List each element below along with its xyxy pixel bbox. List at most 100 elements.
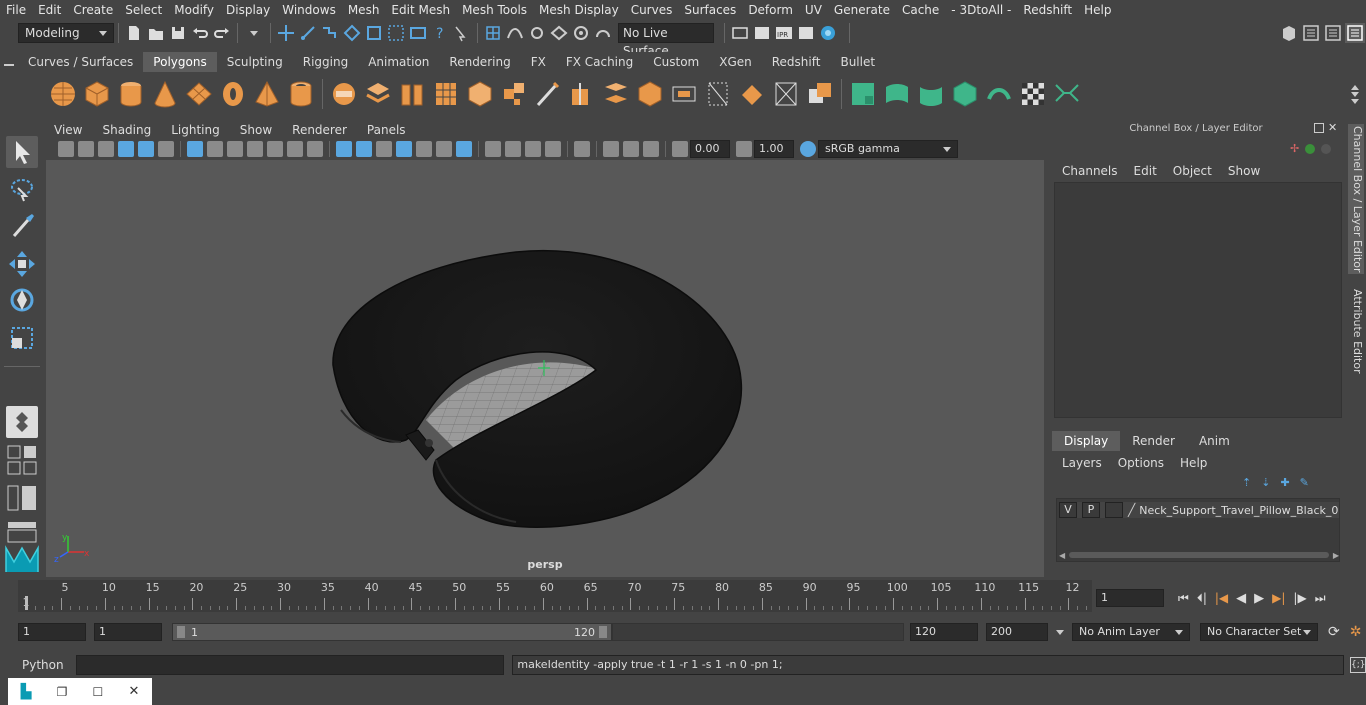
snap-live-icon[interactable] bbox=[593, 23, 613, 43]
lasso-tool-icon[interactable] bbox=[6, 174, 38, 206]
shadows-icon[interactable] bbox=[456, 141, 472, 157]
axis-toggle-icon[interactable]: ✢ bbox=[1290, 142, 1299, 155]
move-tool-icon[interactable] bbox=[6, 248, 38, 280]
layer-name[interactable]: Neck_Support_Travel_Pillow_Black_001 bbox=[1139, 504, 1339, 517]
camera-select-icon[interactable] bbox=[58, 141, 74, 157]
field-chart-icon[interactable] bbox=[267, 141, 283, 157]
insert-edge-loop-icon[interactable] bbox=[568, 79, 596, 109]
safe-action-icon[interactable] bbox=[287, 141, 303, 157]
select-tool-icon[interactable] bbox=[6, 136, 38, 168]
redo-icon[interactable] bbox=[212, 23, 232, 43]
anim-layer-dropdown[interactable]: No Anim Layer bbox=[1072, 623, 1190, 641]
move-layer-up-icon[interactable]: ⇡ bbox=[1242, 476, 1251, 489]
menu-uv[interactable]: UV bbox=[799, 0, 828, 20]
menu-generate[interactable]: Generate bbox=[828, 0, 896, 20]
shelf-tab-animation[interactable]: Animation bbox=[358, 52, 440, 72]
menu-mesh-display[interactable]: Mesh Display bbox=[533, 0, 625, 20]
layout-outliner-icon[interactable] bbox=[6, 482, 38, 514]
film-gate-icon[interactable] bbox=[207, 141, 223, 157]
playback-end-field[interactable]: 120 bbox=[910, 623, 978, 641]
menu-windows[interactable]: Windows bbox=[276, 0, 342, 20]
render-sequence-icon[interactable] bbox=[752, 23, 772, 43]
channel-menu-object[interactable]: Object bbox=[1165, 162, 1220, 180]
step-forward-key-icon[interactable]: ▶| bbox=[1272, 591, 1285, 605]
range-slider[interactable]: 1 120 bbox=[172, 623, 612, 641]
menu-deform[interactable]: Deform bbox=[742, 0, 799, 20]
menu-redshift[interactable]: Redshift bbox=[1017, 0, 1078, 20]
maximize-icon[interactable]: ☐ bbox=[93, 685, 104, 699]
append-polygon-icon[interactable] bbox=[636, 79, 664, 109]
color-management-icon[interactable] bbox=[800, 141, 816, 157]
rotate-tool-icon[interactable] bbox=[6, 284, 38, 316]
render-frame-icon[interactable] bbox=[730, 23, 750, 43]
2d-pan-zoom-icon[interactable] bbox=[138, 141, 154, 157]
command-input[interactable] bbox=[75, 655, 505, 675]
grid-icon[interactable] bbox=[187, 141, 203, 157]
depth-of-field-icon[interactable] bbox=[545, 141, 561, 157]
shelf-tab-rigging[interactable]: Rigging bbox=[292, 52, 359, 72]
bookmark-icon[interactable] bbox=[98, 141, 114, 157]
float-icon[interactable] bbox=[1314, 123, 1324, 133]
gamma-field[interactable]: 1.00 bbox=[754, 140, 794, 158]
animation-start-field[interactable]: 1 bbox=[18, 623, 86, 641]
render-settings-icon[interactable] bbox=[796, 23, 816, 43]
camera-attributes-icon[interactable] bbox=[78, 141, 94, 157]
go-to-start-icon[interactable]: ⏮ bbox=[1178, 591, 1189, 606]
layer-row[interactable]: V P ╱ Neck_Support_Travel_Pillow_Black_0… bbox=[1059, 502, 1339, 518]
shelf-menu-icon[interactable] bbox=[4, 64, 14, 66]
scroll-down-icon[interactable] bbox=[1351, 91, 1359, 97]
chevron-down-icon[interactable] bbox=[1056, 629, 1064, 635]
command-language-label[interactable]: Python bbox=[0, 658, 72, 672]
step-back-key-icon[interactable]: |◀ bbox=[1215, 591, 1228, 605]
bevel-icon[interactable] bbox=[500, 79, 528, 109]
scale-tool-icon[interactable] bbox=[6, 322, 38, 354]
menu-modify[interactable]: Modify bbox=[168, 0, 220, 20]
move-layer-down-icon[interactable]: ⇣ bbox=[1261, 476, 1270, 489]
restore-icon[interactable]: ❐ bbox=[57, 685, 68, 699]
character-set-dropdown[interactable]: No Character Set bbox=[1200, 623, 1318, 641]
xray-icon[interactable] bbox=[416, 141, 432, 157]
color-space-dropdown[interactable]: sRGB gamma bbox=[818, 140, 958, 158]
viewport-menu-shading[interactable]: Shading bbox=[92, 121, 161, 139]
collapse-icon[interactable] bbox=[772, 79, 800, 109]
menu-display[interactable]: Display bbox=[220, 0, 276, 20]
smooth-icon[interactable] bbox=[432, 79, 460, 109]
uv-unfold-icon[interactable] bbox=[985, 79, 1013, 109]
default-material-icon[interactable] bbox=[376, 141, 392, 157]
menu-mesh-tools[interactable]: Mesh Tools bbox=[456, 0, 533, 20]
snap-surface-icon[interactable] bbox=[571, 23, 591, 43]
close-icon[interactable]: ✕ bbox=[128, 684, 139, 699]
ipr-render-icon[interactable]: IPR bbox=[774, 23, 794, 43]
poly-sphere-icon[interactable] bbox=[49, 79, 77, 109]
time-slider[interactable]: 1510152025303540455055606570758085909510… bbox=[18, 580, 1092, 612]
shelf-tab-fx[interactable]: FX bbox=[520, 52, 556, 72]
smooth-shade-icon[interactable] bbox=[356, 141, 372, 157]
layer-color-icon[interactable]: ╱ bbox=[1128, 503, 1135, 517]
shelf-tab-sculpting[interactable]: Sculpting bbox=[216, 52, 293, 72]
bridge-icon[interactable] bbox=[602, 79, 630, 109]
animation-end-field[interactable]: 200 bbox=[986, 623, 1048, 641]
scroll-up-icon[interactable] bbox=[1351, 84, 1359, 90]
help-icon[interactable]: ? bbox=[430, 23, 450, 43]
play-backwards-icon[interactable]: ◀ bbox=[1236, 591, 1246, 606]
merge-icon[interactable] bbox=[738, 79, 766, 109]
go-to-end-icon[interactable]: ⏭ bbox=[1315, 591, 1326, 606]
shelf-tab-curves-surfaces[interactable]: Curves / Surfaces bbox=[18, 52, 144, 72]
channel-list[interactable] bbox=[1054, 182, 1342, 418]
safe-title-icon[interactable] bbox=[307, 141, 323, 157]
script-editor-icon[interactable]: {;} bbox=[1350, 657, 1366, 673]
hypershade-icon[interactable] bbox=[818, 23, 838, 43]
side-tab-attribute-editor[interactable]: Attribute Editor bbox=[1348, 286, 1364, 376]
show-manipulator-icon[interactable] bbox=[6, 406, 38, 438]
shelf-tab-bullet[interactable]: Bullet bbox=[830, 52, 886, 72]
uv-layout-icon[interactable] bbox=[1053, 79, 1081, 109]
channel-menu-channels[interactable]: Channels bbox=[1054, 162, 1126, 180]
snap-view-icon[interactable] bbox=[549, 23, 569, 43]
snap-grid-icon[interactable] bbox=[483, 23, 503, 43]
resolution-gate-icon[interactable] bbox=[227, 141, 243, 157]
shelf-tab-redshift[interactable]: Redshift bbox=[761, 52, 831, 72]
side-tab-channel-box[interactable]: Channel Box / Layer Editor bbox=[1348, 124, 1364, 274]
tool-settings-toggle-icon[interactable] bbox=[1323, 23, 1343, 43]
select-uv-icon[interactable] bbox=[408, 23, 428, 43]
viewport-menu-lighting[interactable]: Lighting bbox=[161, 121, 230, 139]
